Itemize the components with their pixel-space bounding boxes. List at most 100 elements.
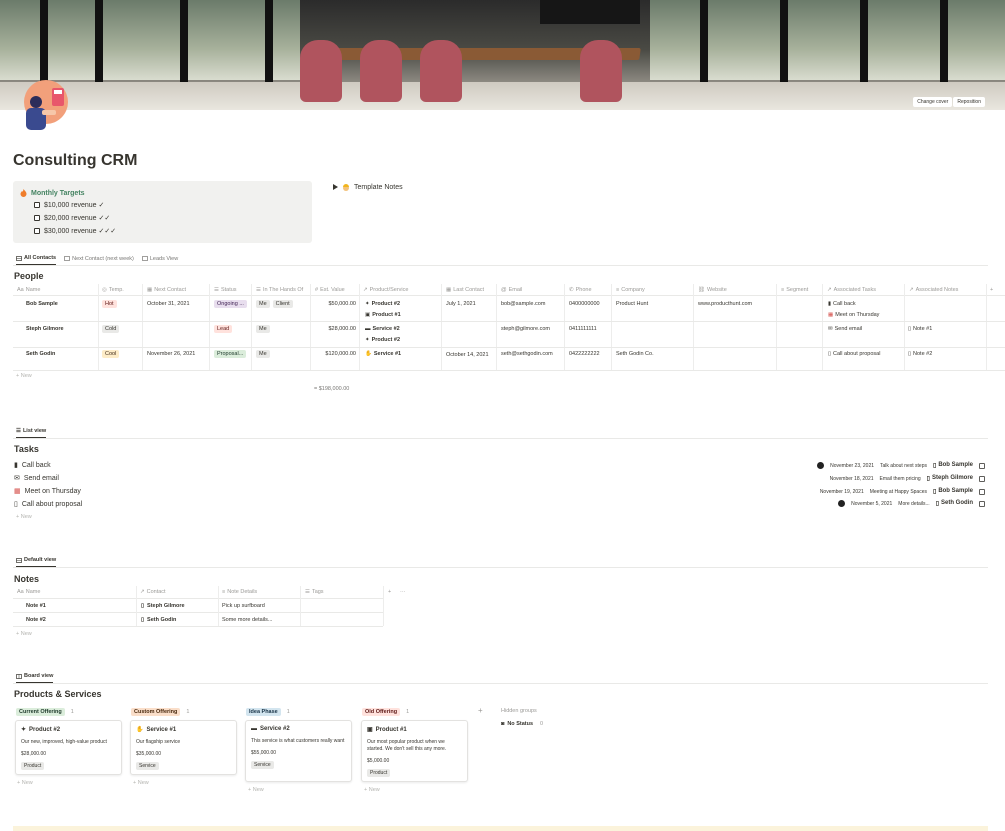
note-link[interactable]: ▯ Note #2 <box>908 351 932 357</box>
phone-number[interactable]: 0411111111 <box>569 326 597 332</box>
list-item[interactable]: ▦ Meet on Thursday <box>14 487 81 496</box>
checkbox[interactable] <box>979 488 985 495</box>
board-column-header[interactable]: Idea Phase 1 <box>246 708 290 716</box>
note-name[interactable]: Note #1 <box>26 603 46 609</box>
tab-all-contacts[interactable]: All Contacts <box>16 255 57 265</box>
email-link[interactable]: steph@gilmore.com <box>501 326 550 332</box>
page-icon: ▯ <box>141 603 145 609</box>
phone-icon: ✆ <box>569 287 574 293</box>
header-email[interactable]: @ Email <box>501 287 522 293</box>
board-card[interactable]: ✋ Service #1 Our flagship service $35,000… <box>130 720 237 775</box>
add-property-icon[interactable]: + <box>388 589 391 595</box>
add-property-icon[interactable]: + <box>990 287 993 293</box>
header-associated-tasks[interactable]: ↗ Associated Tasks <box>827 287 876 293</box>
contact-name[interactable]: Bob Sample <box>26 301 58 307</box>
header-status[interactable]: ☰ Status <box>214 287 237 293</box>
email-link[interactable]: bob@sample.com <box>501 301 545 307</box>
header-temp[interactable]: ◎ Temp. <box>102 287 124 293</box>
phone-number[interactable]: 0400000000 <box>569 301 600 307</box>
product-link[interactable]: ✦ Product #2 <box>365 337 400 343</box>
checkbox[interactable] <box>979 475 985 482</box>
note-link[interactable]: ▯ Note #1 <box>908 326 932 332</box>
task-person[interactable]: ▯ Bob Sample <box>933 488 973 495</box>
note-name[interactable]: Note #2 <box>26 617 46 623</box>
reposition-button[interactable]: Reposition <box>953 97 985 107</box>
product-link[interactable]: ✋ Service #1 <box>365 351 401 357</box>
checkbox[interactable] <box>979 500 985 507</box>
product-link[interactable]: ▬ Service #2 <box>365 326 400 332</box>
construction-worker-icon <box>342 183 350 191</box>
board-new-card[interactable]: + New <box>248 787 264 793</box>
board-new-card[interactable]: + New <box>17 780 33 786</box>
checkbox[interactable] <box>979 462 985 469</box>
note-contact[interactable]: ▯ Seth Godin <box>141 617 176 623</box>
board-column-header[interactable]: Custom Offering 1 <box>131 708 189 716</box>
header-name[interactable]: Aa Name <box>17 287 40 293</box>
add-group-icon[interactable]: + <box>478 706 483 715</box>
email-link[interactable]: seth@sethgodin.com <box>501 351 553 357</box>
header-tags[interactable]: ☰ Tags <box>305 589 324 595</box>
website-link[interactable]: www.producthunt.com <box>698 301 752 307</box>
tab-list-view[interactable]: ☰ List view <box>16 428 47 438</box>
tab-default-view[interactable]: Default view <box>16 557 57 567</box>
list-item[interactable]: ▯ Call about proposal <box>14 500 82 509</box>
board-column-header[interactable]: Current Offering 1 <box>16 708 74 716</box>
header-note-details[interactable]: ≡ Note Details <box>222 589 257 595</box>
task-link[interactable]: ▦ Meet on Thursday <box>828 312 879 318</box>
task-link[interactable]: ▯ Call about proposal <box>828 351 880 357</box>
board-new-card[interactable]: + New <box>364 787 380 793</box>
header-est-value[interactable]: # Est. Value <box>315 287 345 293</box>
header-contact[interactable]: ↗ Contact <box>140 589 166 595</box>
temp-tag: Hot <box>102 300 117 308</box>
checkbox[interactable] <box>34 202 40 208</box>
phone-number[interactable]: 0422222222 <box>569 351 600 357</box>
task-link[interactable]: ✉ Send email <box>828 326 862 332</box>
header-phone[interactable]: ✆ Phone <box>569 287 592 293</box>
contact-name[interactable]: Steph Gilmore <box>26 326 64 332</box>
todo-item[interactable]: $10,000 revenue ✓ <box>34 201 104 209</box>
todo-item[interactable]: $30,000 revenue ✓✓✓ <box>34 227 116 235</box>
notes-new-row[interactable]: + New <box>16 631 32 637</box>
list-item[interactable]: ✉ Send email <box>14 474 59 483</box>
header-last-contact[interactable]: ▦ Last Contact <box>446 287 484 293</box>
header-website[interactable]: ⛓ Website <box>698 287 727 293</box>
header-associated-notes[interactable]: ↗ Associated Notes <box>909 287 958 293</box>
board-column-header[interactable]: Old Offering 1 <box>362 708 409 716</box>
board-card[interactable]: ▬ Service #2 This service is what custome… <box>245 720 352 782</box>
header-name[interactable]: Aa Name <box>17 589 40 595</box>
tv <box>540 0 640 24</box>
tab-leads-view[interactable]: Leads View <box>141 255 178 265</box>
change-cover-button[interactable]: Change cover <box>913 97 953 107</box>
list-item[interactable]: ▮ Call back <box>14 461 51 470</box>
task-person[interactable]: ▯ Bob Sample <box>933 462 973 469</box>
people-view-tabs: All Contacts Next Contact (next week) Le… <box>16 255 178 265</box>
product-link[interactable]: ✦ Product #2 <box>365 301 400 307</box>
board-card[interactable]: ✦ Product #2 Our new, improved, high-valu… <box>15 720 122 775</box>
group-count: 1 <box>186 709 190 715</box>
task-person[interactable]: ▯ Steph Gilmore <box>927 475 973 482</box>
note-contact[interactable]: ▯ Steph Gilmore <box>141 603 185 609</box>
page-title: Consulting CRM <box>13 152 138 169</box>
page-icon[interactable] <box>16 80 70 132</box>
people-new-row[interactable]: + New <box>16 373 32 379</box>
tasks-new-row[interactable]: + New <box>16 514 32 520</box>
header-company[interactable]: ≡ Company <box>616 287 645 293</box>
todo-item[interactable]: $20,000 revenue ✓✓ <box>34 214 110 222</box>
checkbox[interactable] <box>34 215 40 221</box>
checkbox[interactable] <box>34 228 40 234</box>
tab-next-contact[interactable]: Next Contact (next week) <box>64 255 134 265</box>
header-segment[interactable]: ≡ Segment <box>781 287 808 293</box>
header-hands[interactable]: ☰ In The Hands Of <box>256 287 303 293</box>
board-card[interactable]: ▣ Product #1 Our most popular product whe… <box>361 720 468 782</box>
product-link[interactable]: ▣ Product #1 <box>365 312 401 318</box>
tab-board-view[interactable]: Board view <box>16 673 54 683</box>
contact-name[interactable]: Seth Godin <box>26 351 55 357</box>
task-link[interactable]: ▮ Call back <box>828 301 856 307</box>
template-notes-toggle[interactable]: Template Notes <box>333 183 403 191</box>
header-product-service[interactable]: ↗ Product/Service <box>363 287 408 293</box>
task-person[interactable]: ▯ Seth Godin <box>936 500 973 507</box>
board-new-card[interactable]: + New <box>133 780 149 786</box>
more-icon[interactable]: ··· <box>400 589 406 595</box>
header-next-contact[interactable]: ▦ Next Contact <box>147 287 186 293</box>
no-status-group[interactable]: ◙ No Status 0 <box>501 721 543 727</box>
